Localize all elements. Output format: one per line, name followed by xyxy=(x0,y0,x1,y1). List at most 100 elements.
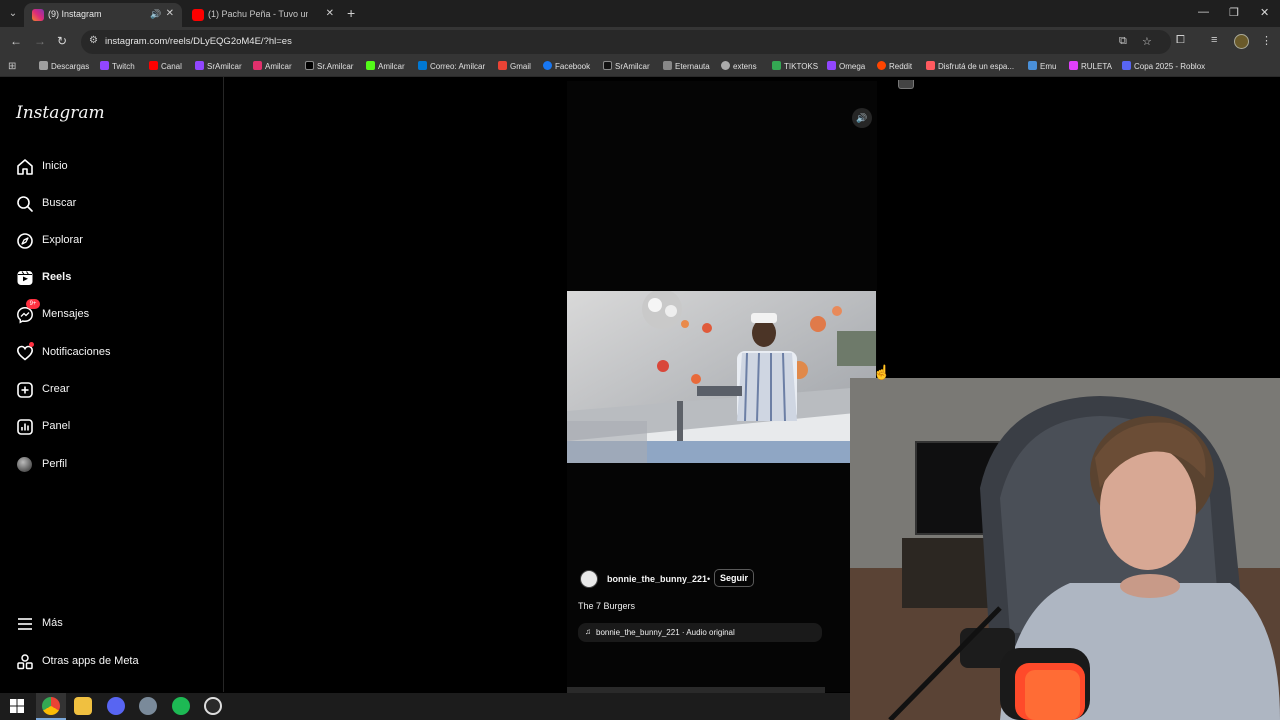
instagram-logo[interactable]: Instagram xyxy=(16,103,105,123)
extensions-icon[interactable]: ⧠ xyxy=(1176,34,1185,47)
minimize-icon[interactable]: — xyxy=(1198,6,1209,18)
drive-icon xyxy=(772,61,781,70)
bookmark-item[interactable]: Reddit xyxy=(877,61,912,73)
bar-chart-icon xyxy=(17,419,33,435)
profile-avatar[interactable] xyxy=(1234,34,1249,49)
discord-icon[interactable] xyxy=(107,697,125,715)
emu-icon xyxy=(1028,61,1037,70)
file-explorer-icon[interactable] xyxy=(74,697,92,715)
bookmark-label: Eternauta xyxy=(675,62,710,71)
webcam-overlay xyxy=(850,378,1280,720)
sidebar-item-mas[interactable]: Más xyxy=(16,613,206,635)
back-icon[interactable]: ← xyxy=(10,34,22,48)
bookmark-item[interactable]: Sr.Amilcar xyxy=(305,61,353,73)
obs-icon[interactable] xyxy=(204,697,222,715)
bookmark-item[interactable]: Descargas xyxy=(39,61,89,73)
youtube-favicon-icon xyxy=(192,9,204,21)
sidebar-item-label: Reels xyxy=(42,271,72,283)
app-icon[interactable] xyxy=(139,697,157,715)
author-avatar[interactable] xyxy=(580,570,598,588)
tab-close-icon[interactable]: ✕ xyxy=(166,8,174,19)
tiktok-icon xyxy=(603,61,612,70)
youtube-icon xyxy=(149,61,158,70)
bookmark-label: Amilcar xyxy=(378,62,405,71)
tab-title: (9) Instagram xyxy=(48,9,102,19)
bookmark-item[interactable]: Canal xyxy=(149,61,182,73)
restore-icon[interactable]: ❐ xyxy=(1229,6,1239,19)
bookmark-item[interactable]: Gmail xyxy=(498,61,531,73)
bookmark-item[interactable]: Emu xyxy=(1028,61,1056,73)
sidebar-item-buscar[interactable]: Buscar xyxy=(16,193,206,215)
bookmark-item[interactable]: RULETA xyxy=(1069,61,1112,73)
apps-grid-icon[interactable]: ⊞ xyxy=(8,61,16,72)
menu-icon[interactable]: ⋮ xyxy=(1261,34,1272,47)
reload-icon[interactable]: ↻ xyxy=(57,34,67,48)
bookmark-item[interactable]: Facebook xyxy=(543,61,590,73)
instagram-sidebar: Instagram Inicio Buscar Explorar Reels 9… xyxy=(0,77,224,692)
reel-author-row: bonnie_the_bunny_221 • Seguir xyxy=(580,569,870,588)
sidebar-item-inicio[interactable]: Inicio xyxy=(16,156,206,178)
bookmark-item[interactable]: extens xyxy=(721,61,757,73)
forward-icon[interactable]: → xyxy=(34,34,46,48)
sidebar-item-perfil[interactable]: Perfil xyxy=(16,454,206,476)
address-bar[interactable]: ⚙ instagram.com/reels/DLyEQG2oM4E/?hl=es… xyxy=(81,30,1171,54)
spotify-icon[interactable] xyxy=(172,697,190,715)
hamburger-icon xyxy=(18,618,32,630)
bookmark-label: Disfrutá de un espa... xyxy=(938,62,1015,71)
reel-video[interactable] xyxy=(567,291,876,463)
site-info-icon[interactable]: ⚙ xyxy=(89,35,98,46)
bookmark-item[interactable]: Twitch xyxy=(100,61,135,73)
author-username[interactable]: bonnie_the_bunny_221 xyxy=(607,574,707,584)
gmail-icon xyxy=(498,61,507,70)
bookmark-label: Canal xyxy=(161,62,182,71)
bookmark-label: Twitch xyxy=(112,62,135,71)
sidebar-item-notificaciones[interactable]: Notificaciones xyxy=(16,342,206,364)
install-app-icon[interactable]: ⧉ xyxy=(1119,35,1127,48)
bookmark-item[interactable]: Correo: Amilcar xyxy=(418,61,485,73)
bookmark-label: extens xyxy=(733,62,757,71)
tab-instagram[interactable]: (9) Instagram 🔊 ✕ xyxy=(24,3,182,27)
bookmark-label: SrAmilcar xyxy=(207,62,242,71)
sidebar-item-explorar[interactable]: Explorar xyxy=(16,230,206,252)
bookmark-item[interactable]: Amilcar xyxy=(253,61,292,73)
bookmark-item[interactable]: Amilcar xyxy=(366,61,405,73)
tab-search-icon[interactable]: ⌄ xyxy=(5,6,21,22)
globe-icon xyxy=(721,61,730,70)
twitch-icon xyxy=(827,61,836,70)
window-close-icon[interactable]: ✕ xyxy=(1260,6,1269,19)
sidebar-item-reels[interactable]: Reels xyxy=(16,267,206,289)
sidebar-item-crear[interactable]: Crear xyxy=(16,379,206,401)
media-control-icon[interactable]: ≡ xyxy=(1211,34,1217,46)
search-icon xyxy=(17,196,33,212)
sidebar-item-otras-apps[interactable]: Otras apps de Meta xyxy=(16,651,206,673)
tab-audio-icon[interactable]: 🔊 xyxy=(150,9,161,20)
windows-start-icon[interactable] xyxy=(8,697,26,715)
bookmark-item[interactable]: Disfrutá de un espa... xyxy=(926,61,1014,73)
screen: ⌄ (9) Instagram 🔊 ✕ (1) Pachu Peña - Tuv… xyxy=(0,0,1280,720)
video-frame-image xyxy=(567,291,876,463)
chrome-icon[interactable] xyxy=(42,697,60,715)
volume-button[interactable]: 🔊 xyxy=(852,108,872,128)
sidebar-item-panel[interactable]: Panel xyxy=(16,416,206,438)
music-note-icon: ♫ xyxy=(585,627,591,636)
follow-button[interactable]: Seguir xyxy=(714,569,755,587)
compass-icon xyxy=(17,233,33,249)
bookmark-item[interactable]: Copa 2025 - Roblox xyxy=(1122,61,1205,73)
sidebar-item-mensajes[interactable]: 9+ Mensajes xyxy=(16,299,206,326)
bookmark-item[interactable]: SrAmilcar xyxy=(195,61,242,73)
tab-youtube[interactable]: (1) Pachu Peña - Tuvo un accid ✕ xyxy=(184,3,342,27)
webcam-image xyxy=(850,378,1280,720)
x-icon xyxy=(305,61,314,70)
url-text[interactable]: instagram.com/reels/DLyEQG2oM4E/?hl=es xyxy=(105,36,292,47)
bookmark-item[interactable]: Eternauta xyxy=(663,61,710,73)
sidebar-item-label: Más xyxy=(42,617,63,629)
bookmark-item[interactable]: Omega xyxy=(827,61,865,73)
bookmark-label: RULETA xyxy=(1081,62,1112,71)
new-tab-icon[interactable]: + xyxy=(347,5,355,21)
bookmark-star-icon[interactable]: ☆ xyxy=(1142,35,1152,48)
bookmark-item[interactable]: TIKTOKS xyxy=(772,61,818,73)
tab-close-icon[interactable]: ✕ xyxy=(326,8,334,19)
bookmark-item[interactable]: SrAmilcar xyxy=(603,61,650,73)
audio-link[interactable]: ♫ bonnie_the_bunny_221 · Audio original xyxy=(578,623,822,642)
sidebar-item-label: Otras apps de Meta xyxy=(42,655,139,667)
